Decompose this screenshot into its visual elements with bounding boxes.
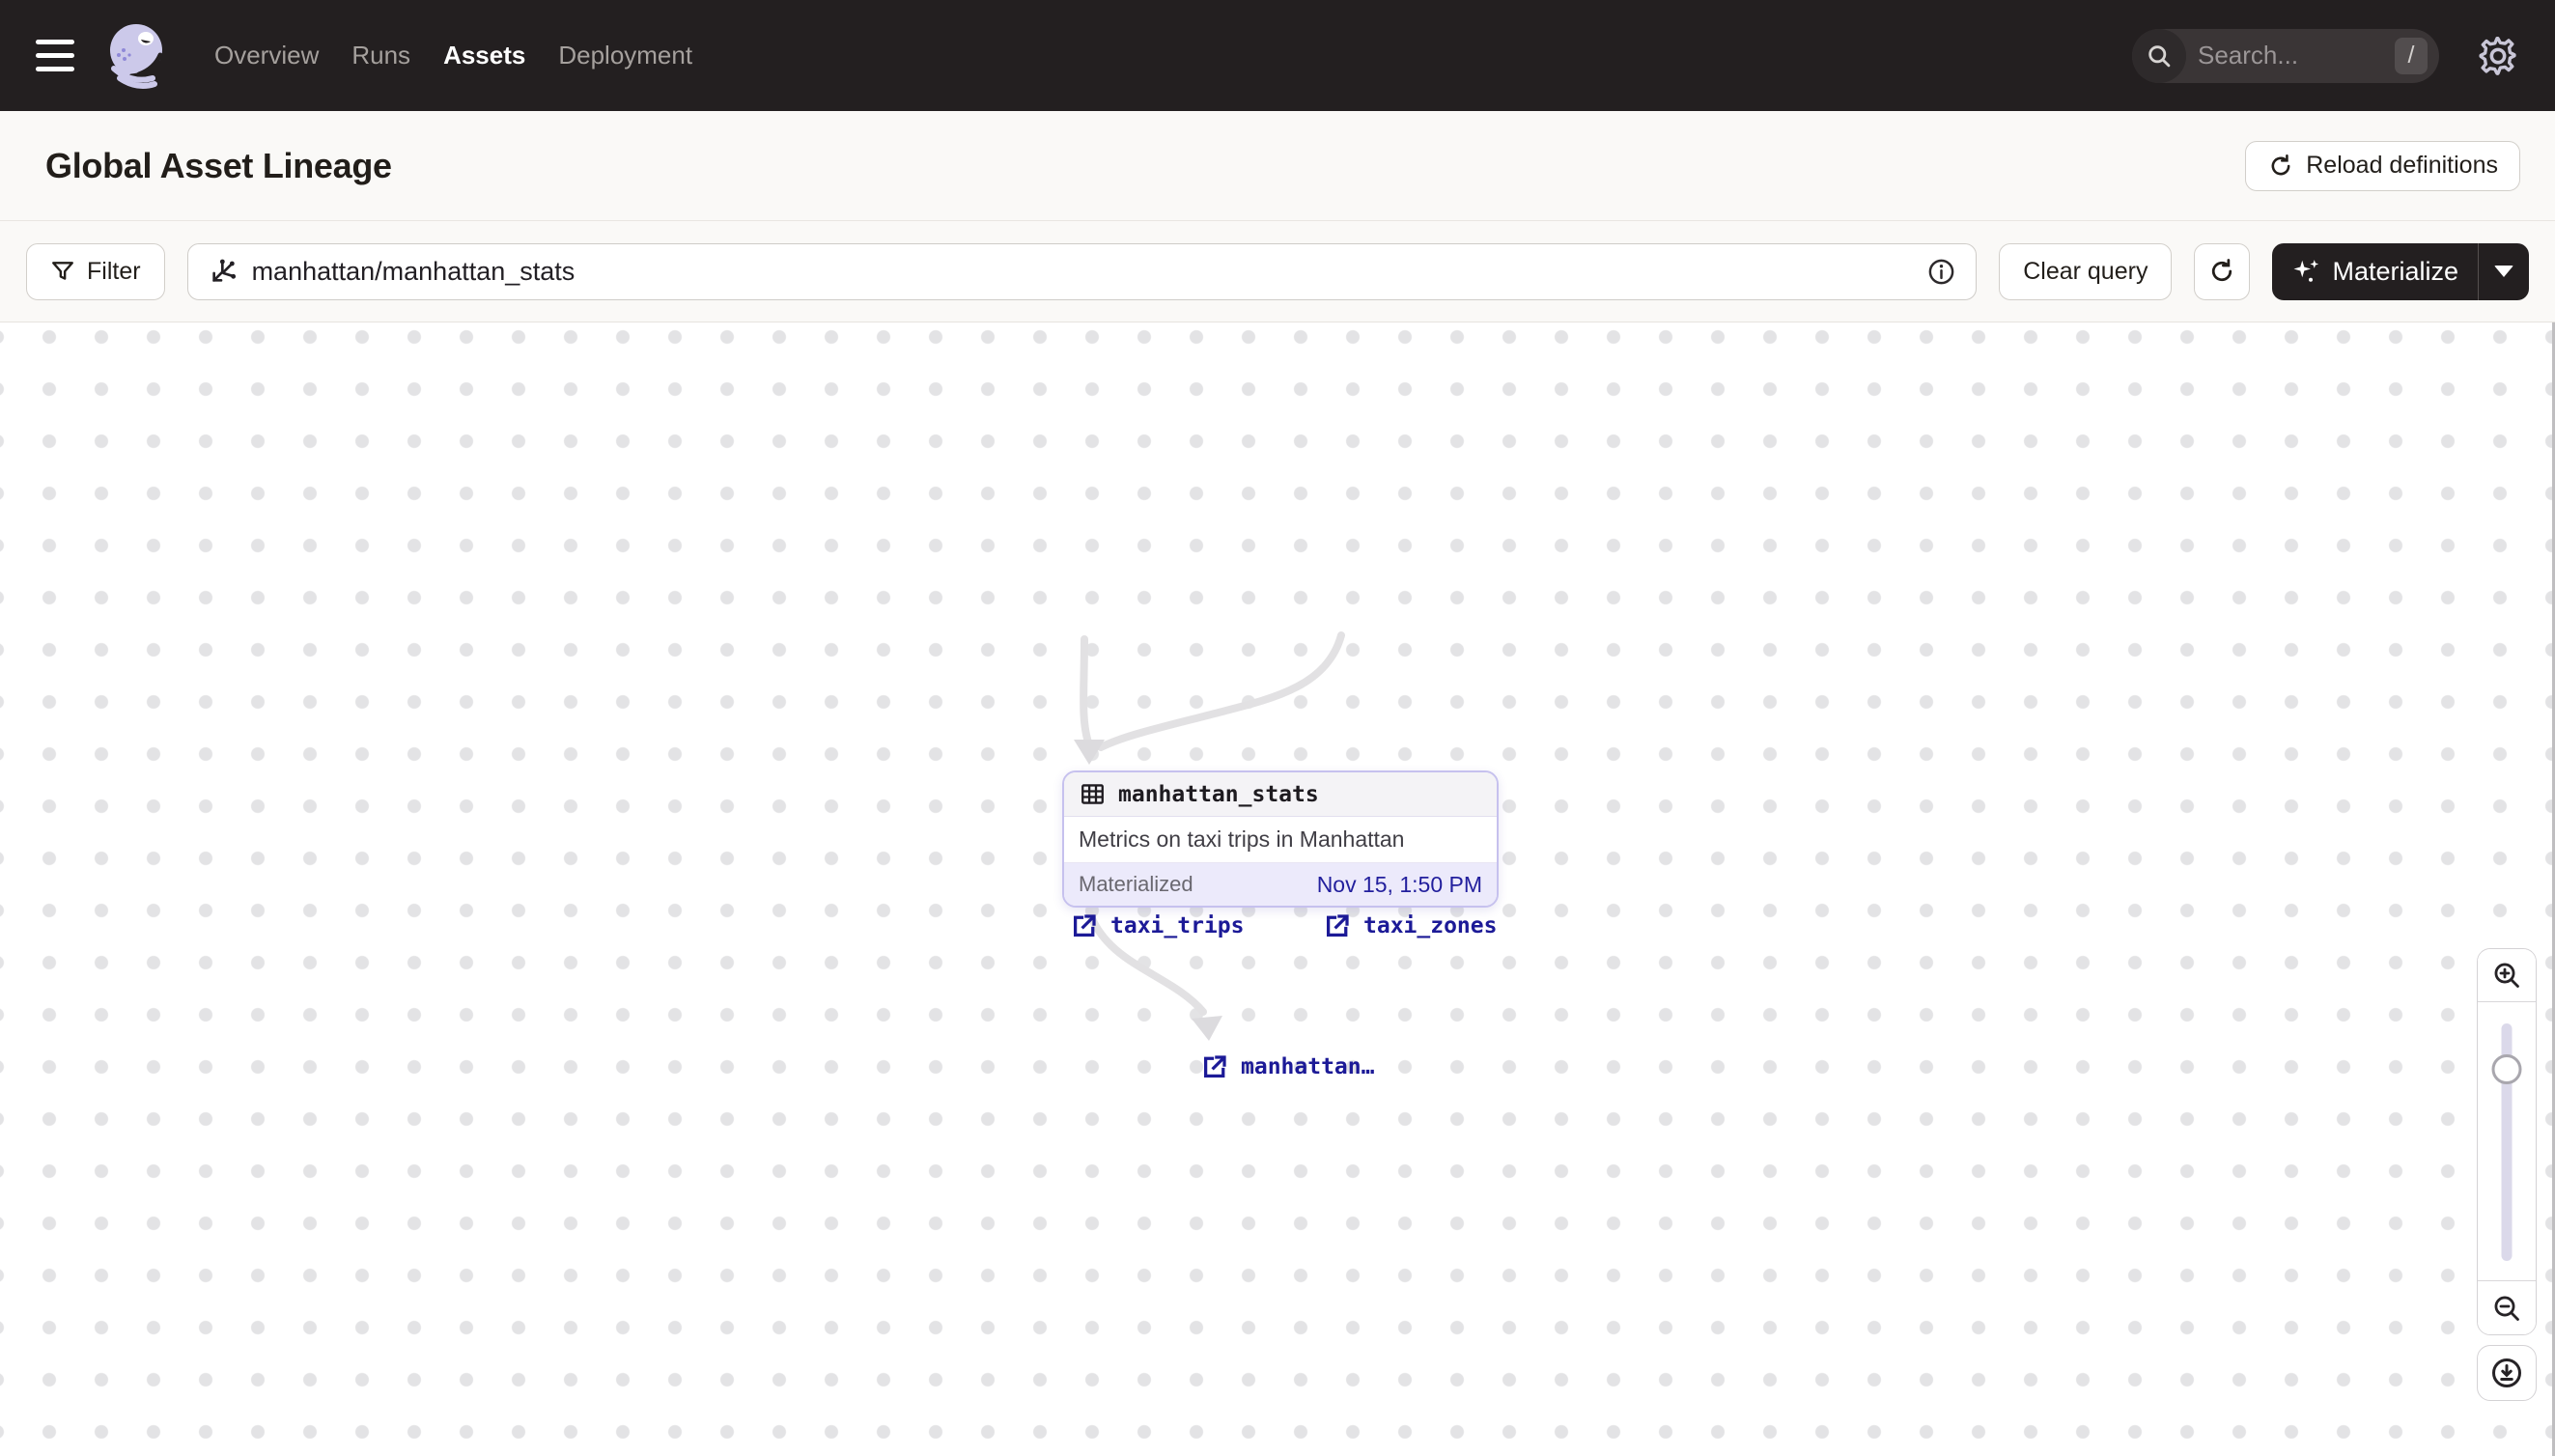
caret-down-icon [2494, 266, 2513, 277]
materialize-label: Materialize [2332, 256, 2458, 286]
edge-taxi-zones-to-manhattan-stats [1097, 631, 1345, 751]
asset-card-description: Metrics on taxi trips in Manhattan [1064, 817, 1497, 863]
primary-nav: Overview Runs Assets Deployment [212, 35, 694, 76]
reload-definitions-button[interactable]: Reload definitions [2245, 140, 2520, 191]
zoom-in-button[interactable] [2478, 949, 2536, 1002]
asset-card-status-row: Materialized Nov 15, 1:50 PM [1064, 863, 1497, 906]
refresh-graph-button[interactable] [2194, 242, 2251, 300]
asset-node-label: taxi_trips [1110, 913, 1245, 938]
zoom-controls [2477, 948, 2537, 1401]
info-icon[interactable] [1926, 257, 1956, 287]
dagster-app-window: Overview Runs Assets Deployment Search..… [0, 0, 2555, 1456]
global-search-input[interactable]: Search... / [2132, 28, 2439, 83]
zoom-out-icon [2494, 1296, 2519, 1321]
zoom-slider [2478, 1002, 2536, 1281]
materialize-split-button: Materialize [2272, 242, 2529, 300]
external-link-icon [1204, 1055, 1226, 1078]
refresh-icon [2271, 154, 2290, 175]
asset-selection-value: manhattan/manhattan_stats [251, 256, 576, 286]
filter-button[interactable]: Filter [26, 242, 165, 300]
nav-item-runs[interactable]: Runs [350, 35, 412, 76]
hamburger-icon [36, 67, 74, 71]
asset-selection-input[interactable]: manhattan/manhattan_stats [186, 242, 1978, 300]
zoom-out-button[interactable] [2478, 1281, 2536, 1334]
hamburger-menu-button[interactable] [36, 37, 81, 75]
asset-card-manhattan-stats[interactable]: manhattan_stats Metrics on taxi trips in… [1062, 770, 1499, 908]
lineage-graph-canvas[interactable]: taxi_trips taxi_zones manhattan_stats Me… [0, 322, 2555, 1456]
zoom-in-icon [2494, 963, 2519, 988]
clear-query-button[interactable]: Clear query [1999, 242, 2173, 300]
arrowhead [1192, 1016, 1222, 1041]
asset-node-taxi-trips[interactable]: taxi_trips [1070, 911, 1244, 940]
asset-card-title: manhattan_stats [1118, 781, 1319, 807]
nav-item-assets[interactable]: Assets [441, 35, 527, 76]
slash-shortcut-badge: / [2395, 37, 2428, 74]
refresh-icon [2212, 259, 2232, 282]
arrowhead [1074, 740, 1105, 765]
asset-node-manhattan-downstream[interactable]: manhattan… [1200, 1052, 1374, 1081]
asset-node-label: taxi_zones [1363, 913, 1498, 938]
settings-button[interactable] [2474, 32, 2522, 80]
clear-query-label: Clear query [2023, 257, 2148, 285]
recenter-download-button[interactable] [2477, 1345, 2537, 1401]
dagster-logo [110, 23, 163, 89]
search-placeholder: Search... [2198, 41, 2299, 70]
zoom-group [2477, 948, 2537, 1335]
asset-card-header: manhattan_stats [1064, 772, 1497, 817]
hamburger-icon [36, 40, 74, 44]
status-label: Materialized [1079, 872, 1193, 896]
asset-node-taxi-zones[interactable]: taxi_zones [1323, 911, 1497, 940]
zoom-slider-thumb[interactable] [2491, 1054, 2522, 1084]
table-icon [1081, 784, 1104, 804]
gear-icon [2479, 36, 2516, 75]
reload-definitions-label: Reload definitions [2306, 152, 2498, 179]
external-link-icon [1327, 914, 1349, 937]
asset-node-label: manhattan… [1241, 1054, 1375, 1079]
hamburger-icon [36, 53, 74, 58]
nav-item-deployment[interactable]: Deployment [556, 35, 694, 76]
filter-button-label: Filter [87, 257, 141, 285]
page-title: Global Asset Lineage [45, 145, 392, 185]
materialize-button[interactable]: Materialize [2272, 243, 2478, 300]
filter-icon [52, 262, 73, 280]
status-timestamp[interactable]: Nov 15, 1:50 PM [1317, 872, 1482, 898]
nav-item-overview[interactable]: Overview [212, 35, 321, 76]
top-nav: Overview Runs Assets Deployment Search..… [0, 0, 2555, 111]
page-title-bar: Global Asset Lineage Reload definitions [0, 111, 2555, 221]
sparkle-icon [2293, 260, 2319, 282]
materialize-dropdown-button[interactable] [2479, 243, 2529, 300]
search-icon [2132, 28, 2186, 83]
external-link-icon [1074, 914, 1096, 937]
asset-graph-icon [211, 259, 236, 282]
edge-taxi-trips-to-manhattan-stats [1080, 635, 1093, 749]
lineage-toolbar: Filter manhattan/manhattan_stats Clear q… [0, 221, 2555, 322]
recenter-download-icon [2492, 1358, 2521, 1387]
